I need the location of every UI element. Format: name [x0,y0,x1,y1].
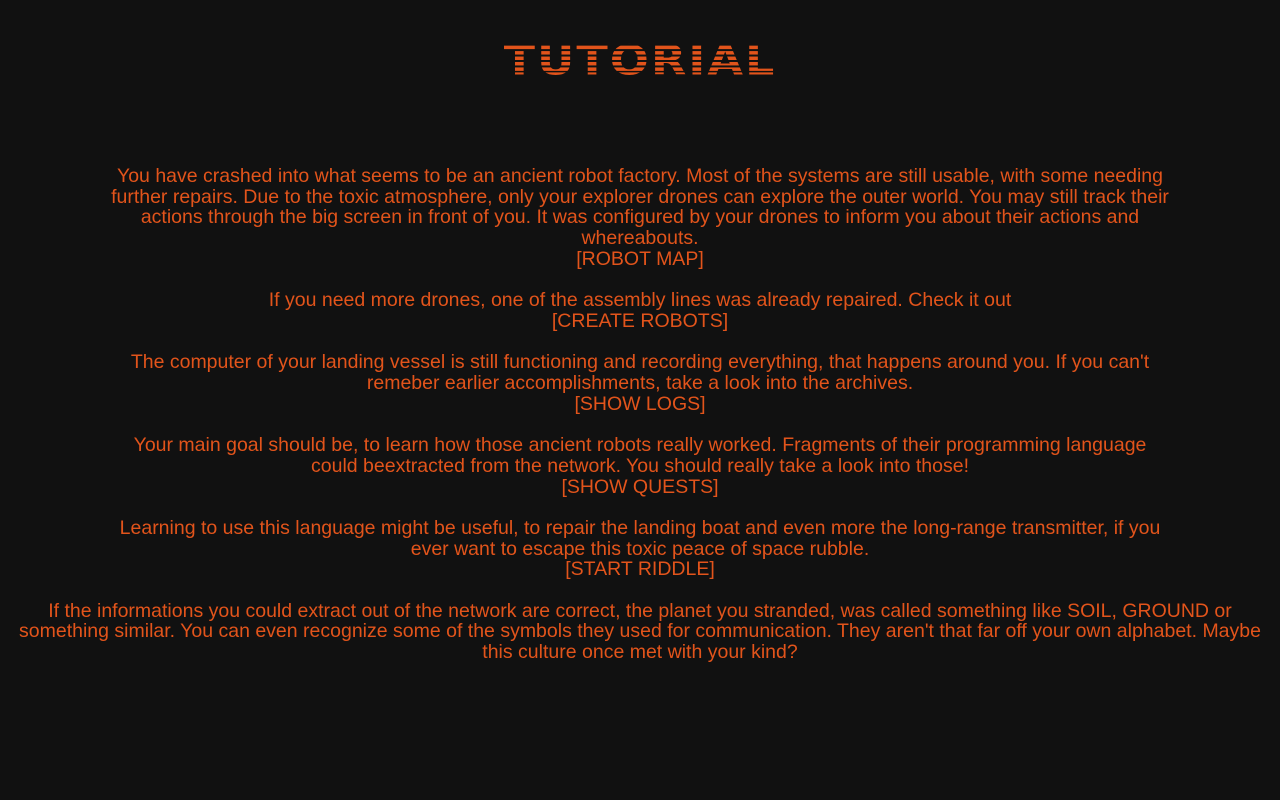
section-create-robots: If you need more drones, one of the asse… [110,290,1170,331]
page-title: TUTORIAL [503,35,777,85]
section-robot-map: You have crashed into what seems to be a… [110,166,1170,270]
robot-map-link[interactable]: [ROBOT MAP] [576,249,704,270]
section-show-logs: The computer of your landing vessel is s… [110,352,1170,414]
tutorial-content: You have crashed into what seems to be a… [0,166,1280,683]
section-text: If the informations you could extract ou… [19,599,1261,664]
section-text: The computer of your landing vessel is s… [130,351,1150,394]
section-planet-lore: If the informations you could extract ou… [5,599,1275,664]
section-show-quests: Your main goal should be, to learn how t… [110,435,1170,497]
section-start-riddle: Learning to use this language might be u… [110,516,1170,580]
section-text: You have crashed into what seems to be a… [111,165,1169,250]
section-text: If you need more drones, one of the asse… [268,289,1012,312]
title-container: TUTORIAL [0,38,1280,82]
create-robots-link[interactable]: [CREATE ROBOTS] [552,311,728,332]
show-logs-link[interactable]: [SHOW LOGS] [574,393,705,415]
show-quests-link[interactable]: [SHOW QUESTS] [561,476,718,498]
section-text: Learning to use this language might be u… [119,516,1161,560]
section-text: Your main goal should be, to learn how t… [133,434,1147,477]
start-riddle-link[interactable]: [START RIDDLE] [565,559,715,580]
